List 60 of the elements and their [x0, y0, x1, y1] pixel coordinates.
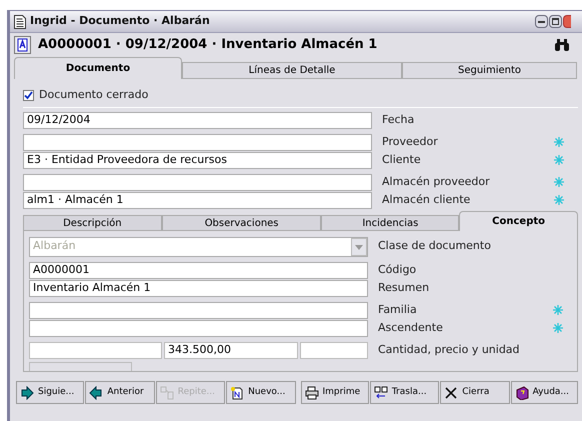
tab[interactable]: Descripción	[23, 215, 162, 231]
asterisk-icon[interactable]	[554, 177, 564, 187]
field-label: Cliente	[382, 152, 421, 168]
window-title: Ingrid - Documento · Albarán	[30, 13, 211, 30]
text-field[interactable]	[29, 302, 368, 319]
close-icon	[444, 386, 458, 400]
toolbar-button[interactable]: Ayuda...	[510, 381, 578, 404]
field-label: Código	[378, 262, 416, 278]
text-field[interactable]: Inventario Almacén 1	[29, 280, 368, 297]
tab[interactable]: Concepto	[459, 211, 578, 231]
field-label: Fecha	[382, 112, 414, 128]
field-label: Clase de documento	[378, 238, 491, 254]
document-icon	[14, 36, 31, 54]
text-field[interactable]: E3 · Entidad Proveedora de recursos	[23, 152, 372, 168]
document-icon	[14, 14, 26, 28]
text-field[interactable]	[29, 320, 368, 337]
field-label: Cantidad, precio y unidad	[378, 342, 520, 358]
text-field[interactable]: A0000001	[29, 262, 368, 279]
left-arrow-icon	[89, 386, 104, 400]
document-title: A0000001 · 09/12/2004 · Inventario Almacén 1	[38, 36, 378, 54]
tab[interactable]: Seguimiento	[402, 62, 577, 79]
asterisk-icon[interactable]	[554, 155, 564, 165]
toolbar-button[interactable]: Anterior	[85, 381, 155, 404]
toolbar-button[interactable]: Cierra	[440, 381, 510, 404]
right-arrow-icon	[20, 386, 34, 400]
tab[interactable]: Incidencias	[321, 215, 460, 231]
text-field[interactable]: alm1 · Almacén 1	[23, 192, 372, 208]
toolbar-button[interactable]: Imprime	[300, 381, 369, 404]
asterisk-icon[interactable]	[554, 195, 564, 205]
maximize-button[interactable]	[549, 15, 562, 28]
tab[interactable]: Documento	[14, 57, 182, 79]
transfer-icon	[374, 386, 388, 400]
asterisk-icon[interactable]	[553, 323, 563, 334]
tab[interactable]: Líneas de Detalle	[182, 62, 402, 79]
field-label: Familia	[378, 302, 417, 318]
printer-icon	[304, 386, 318, 400]
checkbox[interactable]	[23, 90, 34, 100]
text-field[interactable]	[300, 342, 368, 360]
tab[interactable]: Observaciones	[162, 215, 322, 231]
asterisk-icon[interactable]	[553, 305, 563, 316]
field-label: Proveedor	[382, 134, 438, 150]
asterisk-icon[interactable]	[554, 137, 564, 147]
field-label: Ascendente	[378, 320, 443, 336]
binoculars-icon[interactable]	[554, 38, 570, 52]
minimize-button[interactable]	[535, 15, 548, 28]
toolbar-button[interactable]: Siguie...	[16, 381, 84, 404]
text-field[interactable]: 09/12/2004	[23, 112, 372, 128]
field-label: Resumen	[378, 280, 430, 296]
text-field[interactable]: 343.500,00	[164, 342, 298, 360]
copy-icon	[160, 386, 174, 400]
new-document-icon	[230, 386, 244, 400]
text-field[interactable]	[29, 342, 162, 360]
text-field[interactable]	[23, 174, 372, 190]
field-label: Almacén proveedor	[382, 174, 490, 190]
book-icon	[514, 386, 529, 400]
toolbar-button[interactable]: Nuevo...	[226, 381, 296, 404]
checkbox-label: Documento cerrado	[39, 86, 148, 103]
text-field[interactable]	[23, 134, 372, 150]
field-label: Almacén cliente	[382, 192, 470, 208]
toolbar-button[interactable]: Trasla...	[370, 381, 440, 404]
